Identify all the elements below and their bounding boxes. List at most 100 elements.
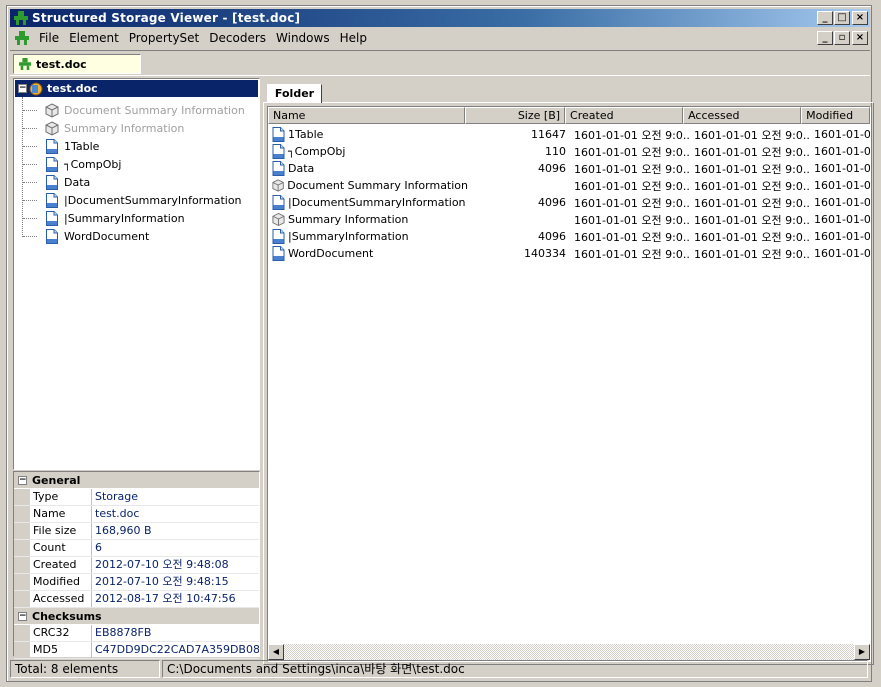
cell-size: 11647 [531,128,566,141]
property-value[interactable]: 2012-07-10 오전 9:48:15 [92,574,259,590]
maximize-button[interactable]: □ [834,11,850,25]
cell-size: 140334 [524,247,566,260]
mdi-restore-button[interactable]: ▫ [834,31,850,45]
tree-guide-line [23,217,37,219]
document-window-icon[interactable] [14,31,30,45]
cell-modified: 1601-01-01 [814,145,871,158]
minimize-button[interactable]: _ [817,11,833,25]
column-created[interactable]: Created [565,107,684,124]
window-title: Structured Storage Viewer - [test.doc] [32,11,301,25]
tree-root-label: test.doc [47,82,98,95]
property-value[interactable]: test.doc [92,506,259,522]
category-general[interactable]: − General [14,472,259,489]
property-value[interactable]: 2012-08-17 오전 10:47:56 [92,591,259,607]
cell-accessed: 1601-01-01 오전 9:0... [694,162,810,176]
list-item[interactable]: WordDocument 140334 1601-01-01 오전 9:0... 16… [268,245,870,262]
menu-element[interactable]: Element [64,31,124,45]
cell-created: 1601-01-01 오전 9:0... [574,128,690,142]
column-accessed[interactable]: Accessed [683,107,802,124]
tree-item[interactable]: 1Table [23,137,99,155]
menu-windows[interactable]: Windows [271,31,335,45]
title-bar[interactable]: Structured Storage Viewer - [test.doc] _… [10,9,870,27]
tree-item[interactable]: Document Summary Information [23,101,245,119]
menu-propertyset[interactable]: PropertySet [124,31,204,45]
tree-item[interactable]: WordDocument [23,227,149,245]
tree-item[interactable]: ┐CompObj [23,155,121,173]
tree-item-label: 1Table [64,139,100,153]
document-tab-label: test.doc [36,57,87,71]
tree-item[interactable]: Data [23,173,90,191]
property-row[interactable]: MD5 C47DD9DC22CAD7A359DB08... [14,642,259,659]
menu-decoders[interactable]: Decoders [204,31,271,45]
tree-item[interactable]: Summary Information [23,119,184,137]
tree-item[interactable]: |DocumentSummaryInformation [23,191,242,209]
property-set-icon [272,179,284,192]
row-gutter [14,557,30,573]
property-row[interactable]: CRC32 EB8878FB [14,625,259,642]
property-row[interactable]: Count 6 [14,540,259,557]
cell-modified: 1601-01-01 [814,213,871,226]
property-value[interactable]: 168,960 B [92,523,259,539]
menu-file[interactable]: File [34,31,64,45]
property-row[interactable]: Name test.doc [14,506,259,523]
compound-file-icon [29,82,43,95]
tab-folder[interactable]: Folder [267,84,322,103]
property-value[interactable]: C47DD9DC22CAD7A359DB08... [92,642,259,658]
property-key: Created [30,557,92,573]
list-item[interactable]: 1Table 11647 1601-01-01 오전 9:0... 1601-01-0… [268,126,871,143]
close-button[interactable]: × [852,11,868,25]
cell-modified: 1601-01-01 [814,196,871,209]
collapse-icon[interactable]: − [18,84,27,93]
list-item[interactable]: Document Summary Information 1601-01-01 오… [268,177,870,194]
stream-icon [46,192,58,208]
property-key: Modified [30,574,92,590]
tree-guide-line [23,181,37,183]
property-value[interactable]: Storage [92,489,259,505]
scroll-left-icon[interactable]: ◀ [268,644,284,660]
property-row[interactable]: Created 2012-07-10 오전 9:48:08 [14,557,259,574]
horizontal-scrollbar[interactable]: ◀ ▶ [268,644,870,661]
stream-icon [46,228,58,244]
property-value[interactable]: EB8878FB [92,625,259,641]
cell-accessed: 1601-01-01 오전 9:0... [694,128,810,142]
property-value[interactable]: 2012-07-10 오전 9:48:08 [92,557,259,573]
cell-size: 4096 [538,196,566,209]
property-row[interactable]: Modified 2012-07-10 오전 9:48:15 [14,574,259,591]
property-row[interactable]: Accessed 2012-08-17 오전 10:47:56 [14,591,259,608]
property-row[interactable]: File size 168,960 B [14,523,259,540]
item-name: WordDocument [288,247,374,260]
scroll-right-icon[interactable]: ▶ [854,644,870,660]
tree-root[interactable]: − test.doc [15,80,258,97]
tree-item[interactable]: |SummaryInformation [23,209,185,227]
column-size[interactable]: Size [B] [464,107,566,124]
property-value[interactable]: 6 [92,540,259,556]
cell-modified: 1601-01-01 [814,128,871,141]
cell-created: 1601-01-01 오전 9:0... [574,196,690,210]
column-modified[interactable]: Modified [801,107,870,124]
collapse-icon[interactable]: − [18,611,27,621]
folder-list[interactable]: Name Size [B] Created Accessed Modified … [267,106,871,662]
category-checksums[interactable]: − Checksums [14,608,259,625]
cell-size: 110 [545,145,566,158]
list-item[interactable]: |DocumentSummaryInformation 4096 1601-01-0… [268,194,871,211]
list-item[interactable]: ┐CompObj 110 1601-01-01 오전 9:0... 1601-01-0… [268,143,871,160]
cell-size: 4096 [538,162,566,175]
scroll-track[interactable] [284,644,854,661]
row-gutter [14,591,30,607]
row-gutter [14,489,30,505]
list-item[interactable]: |SummaryInformation 4096 1601-01-01 오전 9:0… [268,228,870,245]
property-grid: − General Type Storage Name test.doc File si… [13,471,260,659]
document-tab[interactable]: test.doc [13,54,141,74]
mdi-close-button[interactable]: × [852,31,868,45]
stream-icon [46,210,58,226]
menu-help[interactable]: Help [335,31,372,45]
column-name[interactable]: Name [268,107,465,124]
list-item[interactable]: Summary Information 1601-01-01 오전 9:0... 1… [268,211,871,228]
stream-icon [272,195,285,210]
property-row[interactable]: Type Storage [14,489,259,506]
collapse-icon[interactable]: − [18,475,27,485]
storage-tree[interactable]: − test.doc Document Summary Information S… [13,78,260,470]
list-item[interactable]: Data 4096 1601-01-01 오전 9:0... 1601-01-01 오… [268,160,870,177]
cell-created: 1601-01-01 오전 9:0... [574,247,690,261]
mdi-minimize-button[interactable]: _ [817,31,833,45]
